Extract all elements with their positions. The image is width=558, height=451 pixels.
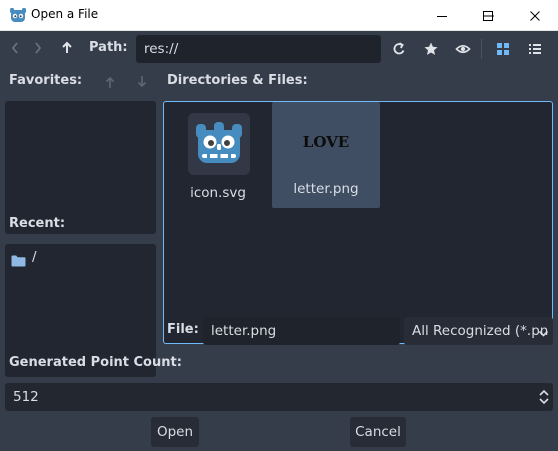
chevron-down-icon [538,326,549,342]
refresh-icon [393,42,405,55]
spin-arrows-icon[interactable] [538,388,550,410]
files-grid[interactable]: icon.svg LOVE letter.png [163,101,553,344]
star-icon [424,42,438,55]
recent-item[interactable]: / [5,244,156,270]
arrow-up-icon [62,41,72,53]
filter-select[interactable]: All Recognized (*.pn [404,317,553,345]
file-name-input[interactable]: letter.png [203,317,400,345]
list-view-icon [529,44,541,54]
window-title: Open a File [31,7,99,21]
close-button[interactable] [512,0,558,31]
chevron-right-icon [35,42,42,54]
arrow-up-icon [105,76,115,88]
toolbar-separator [481,39,482,59]
favorite-move-down-button[interactable] [133,71,151,93]
file-name: letter.png [293,181,359,197]
file-name: icon.svg [190,185,246,201]
file-thumbnail: LOVE [302,133,350,151]
folder-icon [11,252,26,271]
grid-view-button[interactable] [491,35,515,63]
godot-logo-icon [188,113,250,175]
toggle-hidden-files-button[interactable] [451,35,475,63]
minimize-icon [437,15,447,17]
option-label: Generated Point Count: [9,355,182,370]
list-view-button[interactable] [523,35,547,63]
file-item-icon-svg[interactable]: icon.svg [164,106,272,212]
arrow-down-icon [137,76,147,88]
maximize-icon [483,10,493,21]
chevron-left-icon [11,42,18,54]
recent-label: Recent: [9,216,66,231]
dialog-body: Path: res:// Favorites: Recent: / Direct… [0,31,558,451]
eye-icon [455,44,471,54]
path-input[interactable]: res:// [136,35,381,63]
open-button[interactable]: Open [151,417,199,447]
favorite-toggle-button[interactable] [419,35,443,63]
forward-button[interactable] [28,35,48,61]
file-item-letter-png[interactable]: LOVE letter.png [272,102,380,208]
maximize-button[interactable] [465,0,511,31]
go-up-button[interactable] [56,35,78,61]
refresh-button[interactable] [387,35,411,63]
godot-app-icon [9,7,27,24]
files-label: Directories & Files: [167,73,308,88]
filter-value: All Recognized (*.pn [412,323,549,339]
point-count-value: 512 [13,389,39,405]
favorites-list[interactable] [5,101,156,234]
close-icon [530,10,540,21]
back-button[interactable] [5,35,25,61]
recent-item-label: / [32,249,37,265]
minimize-button[interactable] [419,0,465,31]
grid-view-icon [497,43,509,55]
point-count-spinbox[interactable]: 512 [5,383,553,411]
favorites-label: Favorites: [9,73,83,88]
path-label: Path: [89,40,128,55]
cancel-button[interactable]: Cancel [350,417,406,447]
favorite-move-up-button[interactable] [101,71,119,93]
file-label: File: [167,322,199,337]
